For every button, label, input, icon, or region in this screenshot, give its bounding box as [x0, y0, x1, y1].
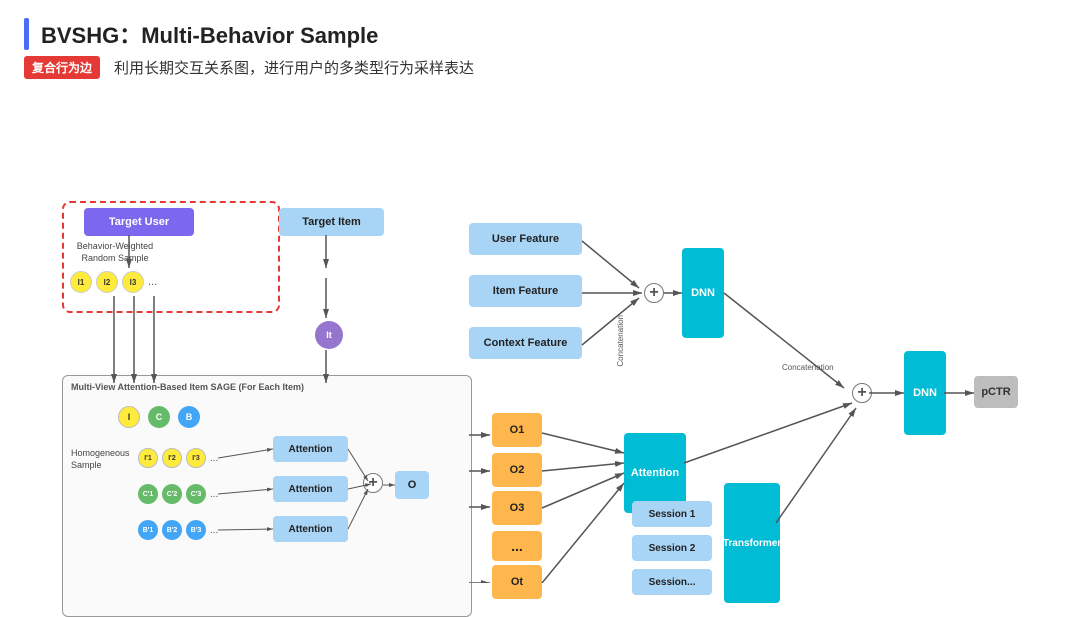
i-prime-row: I'1 I'2 I'3 ...	[138, 448, 218, 468]
c-circle: C	[148, 406, 170, 428]
i1p-circle: I'1	[138, 448, 158, 468]
diagram: Target User Behavior-Weighted Random Sam…	[24, 93, 1056, 583]
context-feature-box: Context Feature	[469, 327, 582, 359]
b1p-circle: B'1	[138, 520, 158, 540]
item-feature-box: Item Feature	[469, 275, 582, 307]
pCTR-box: pCTR	[974, 376, 1018, 408]
behavior-weighted-label: Behavior-Weighted Random Sample	[70, 241, 160, 264]
attention1-box: Attention	[273, 436, 348, 462]
b-prime-dots: ...	[210, 525, 218, 536]
homogeneous-label: Homogeneous Sample	[71, 448, 131, 471]
multiview-container: Multi-View Attention-Based Item SAGE (Fo…	[62, 375, 472, 617]
header: BVSHG：Multi-Behavior Sample	[24, 18, 1056, 50]
subtitle-row: 复合行为边 利用长期交互关系图，进行用户的多类型行为采样表达	[24, 56, 1056, 79]
header-bar	[24, 18, 29, 50]
o2-box: O2	[492, 453, 542, 487]
transformer-box: Transformer	[724, 483, 780, 603]
dots-box: ...	[492, 531, 542, 561]
i1-circle: I1	[70, 271, 92, 293]
dnn-top-box: DNN	[682, 248, 724, 338]
it-circle: It	[315, 321, 343, 349]
item-circles-row: I1 I2 I3 ...	[70, 271, 157, 293]
o-box: O	[395, 471, 429, 499]
concatenation-label2: Concatenation	[782, 363, 834, 372]
c3p-circle: C'3	[186, 484, 206, 504]
attention3-box: Attention	[273, 516, 348, 542]
page-container: BVSHG：Multi-Behavior Sample 复合行为边 利用长期交互…	[0, 0, 1080, 600]
i-circle: I	[118, 406, 140, 428]
item-dots: ...	[148, 276, 157, 288]
c1p-circle: C'1	[138, 484, 158, 504]
attention2-box: Attention	[273, 476, 348, 502]
b-circle: B	[178, 406, 200, 428]
page-title: BVSHG：Multi-Behavior Sample	[41, 18, 378, 50]
b-prime-row: B'1 B'2 B'3 ...	[138, 520, 218, 540]
i3p-circle: I'3	[186, 448, 206, 468]
concatenation-label: Concatenation	[616, 315, 625, 367]
ot-box: Ot	[492, 565, 542, 599]
session2-box: Session 2	[632, 535, 712, 561]
i2p-circle: I'2	[162, 448, 182, 468]
o1-box: O1	[492, 413, 542, 447]
user-feature-box: User Feature	[469, 223, 582, 255]
o3-box: O3	[492, 491, 542, 525]
plus-sign-mv: +	[363, 473, 383, 493]
plus-sign-concat: +	[644, 283, 664, 303]
i-prime-dots: ...	[210, 453, 218, 464]
target-item-box: Target Item	[279, 208, 384, 236]
target-user-box: Target User	[84, 208, 194, 236]
b2p-circle: B'2	[162, 520, 182, 540]
subtitle-text: 利用长期交互关系图，进行用户的多类型行为采样表达	[114, 57, 474, 78]
multiview-label: Multi-View Attention-Based Item SAGE (Fo…	[71, 382, 304, 392]
i2-circle: I2	[96, 271, 118, 293]
b3p-circle: B'3	[186, 520, 206, 540]
dnn-right-box: DNN	[904, 351, 946, 435]
badge-red: 复合行为边	[24, 56, 100, 79]
session-dots-box: Session...	[632, 569, 712, 595]
i3-circle: I3	[122, 271, 144, 293]
session1-box: Session 1	[632, 501, 712, 527]
c2p-circle: C'2	[162, 484, 182, 504]
icb-row: I C B	[118, 406, 200, 428]
c-prime-row: C'1 C'2 C'3 ...	[138, 484, 218, 504]
c-prime-dots: ...	[210, 489, 218, 500]
plus-sign-concat2: +	[852, 383, 872, 403]
